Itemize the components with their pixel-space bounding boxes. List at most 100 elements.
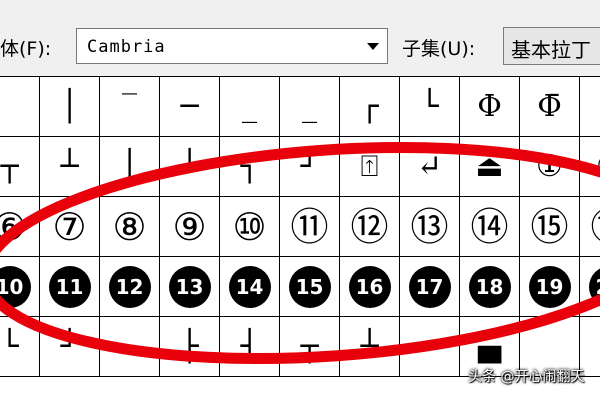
character-glyph: ⑬ [410,208,448,246]
character-cell[interactable]: _ [220,77,280,137]
subset-select[interactable]: 基本拉丁 [503,27,600,65]
character-cell[interactable]: 12 [100,257,160,317]
character-cell[interactable]: └ [0,317,40,377]
character-glyph: ⑦ [52,208,86,246]
character-glyph: ⑨ [172,208,206,246]
character-cell[interactable]: ┴ [340,317,400,377]
character-glyph: 10 [0,266,31,308]
character-glyph: 17 [409,266,451,308]
character-cell[interactable] [100,317,160,377]
subset-label: 子集(U): [402,34,475,61]
character-cell[interactable]: ┬ [0,137,40,197]
character-glyph: └ [0,332,18,362]
character-cell[interactable]: ─ [400,317,460,377]
character-glyph: ┴ [360,332,378,362]
character-glyph: Φ [477,92,502,122]
character-glyph: │ [60,92,78,122]
character-cell[interactable]: ─ [160,77,220,137]
character-glyph: ─ [420,332,438,362]
font-label: 体(F): [0,34,51,61]
character-cell[interactable]: ⑪ [280,197,340,257]
character-cell[interactable]: └ [400,77,460,137]
chevron-down-icon[interactable] [367,43,379,50]
character-glyph: ⑧ [112,208,146,246]
character-cell[interactable]: 19 [520,257,580,317]
character-glyph: 14 [229,266,271,308]
character-glyph: 13 [169,266,211,308]
character-cell[interactable]: ⍐ [340,137,400,197]
character-cell[interactable]: ⑬ [400,197,460,257]
character-glyph: ⑫ [350,208,388,246]
character-glyph: ⍐ [361,152,379,182]
character-glyph: Φ̄ [537,92,562,122]
character-cell[interactable]: ⏏ [460,137,520,197]
character-glyph: ‾ [122,92,137,122]
character-cell[interactable]: ② [580,137,600,197]
character-cell[interactable]: ⑥ [0,197,40,257]
character-glyph: ⏏ [475,152,503,182]
character-cell[interactable]: ① [520,137,580,197]
subset-select-value: 基本拉丁 [511,34,591,63]
character-glyph: 12 [109,266,151,308]
character-glyph: ▄ [478,332,501,362]
character-cell[interactable]: 13 [160,257,220,317]
character-map-toolbar: 体(F): Cambria 子集(U): 基本拉丁 [0,0,600,76]
character-cell[interactable]: ⑭ [460,197,520,257]
character-cell[interactable]: ↵ [400,137,460,197]
character-glyph: ┘ [60,332,78,362]
character-glyph: ⑩ [232,208,266,246]
character-cell[interactable]: ⑦ [40,197,100,257]
character-cell[interactable]: 20 [580,257,600,317]
character-glyph: ┤ [240,332,258,362]
character-glyph: 15 [289,266,331,308]
character-cell[interactable]: ⑮ [520,197,580,257]
character-cell[interactable]: ┌ [340,77,400,137]
character-cell[interactable]: 10 [0,257,40,317]
character-cell[interactable]: ┴ [40,137,100,197]
character-cell[interactable]: 18 [460,257,520,317]
font-select[interactable]: Cambria [76,28,388,64]
character-glyph: └ [420,92,438,122]
character-glyph: 18 [469,266,511,308]
character-glyph: 20 [589,266,600,308]
character-cell[interactable]: │ [100,137,160,197]
character-glyph: ⑥ [0,208,27,246]
watermark-text: 头条 @开心闹翻天 [468,366,584,386]
character-glyph: 16 [349,266,391,308]
character-cell[interactable]: 15 [280,257,340,317]
character-glyph: _ [302,92,317,122]
character-cell[interactable]: ┴ [160,137,220,197]
character-cell[interactable]: │ [40,77,100,137]
character-cell[interactable]: ├ [160,317,220,377]
character-cell[interactable]: ┤ [220,317,280,377]
character-cell[interactable]: ⑧ [100,197,160,257]
character-glyph: ② [596,152,600,182]
character-glyph: │ [120,152,138,182]
character-cell[interactable] [580,77,600,137]
character-cell[interactable]: ‾ [100,77,160,137]
character-glyph: ┴ [60,152,78,182]
character-cell[interactable]: ⑯ [580,197,600,257]
character-cell[interactable]: ┘ [40,317,100,377]
character-cell[interactable]: 17 [400,257,460,317]
character-cell[interactable]: 16 [340,257,400,317]
character-glyph: ┴ [180,152,198,182]
character-cell[interactable]: Φ [460,77,520,137]
character-cell[interactable]: ⑨ [160,197,220,257]
font-select-value: Cambria [87,37,166,57]
character-glyph: ┬ [300,332,318,362]
character-cell[interactable]: ┐ [220,137,280,197]
character-cell[interactable]: ⑩ [220,197,280,257]
character-cell[interactable]: ┘ [280,137,340,197]
character-cell[interactable]: 14 [220,257,280,317]
character-glyph: ⑪ [290,208,328,246]
character-cell[interactable]: Φ̄ [520,77,580,137]
character-grid: │‾─__┌└ΦΦ̄┬┴│┴┐┘⍐↵⏏①②⑥⑦⑧⑨⑩⑪⑫⑬⑭⑮⑯10111213… [0,76,600,401]
character-cell[interactable]: _ [280,77,340,137]
character-cell[interactable]: 11 [40,257,100,317]
character-cell[interactable] [0,77,40,137]
character-cell[interactable]: ┬ [280,317,340,377]
character-glyph: ⑯ [590,208,600,246]
character-glyph: ┘ [300,152,318,182]
character-cell[interactable]: ⑫ [340,197,400,257]
